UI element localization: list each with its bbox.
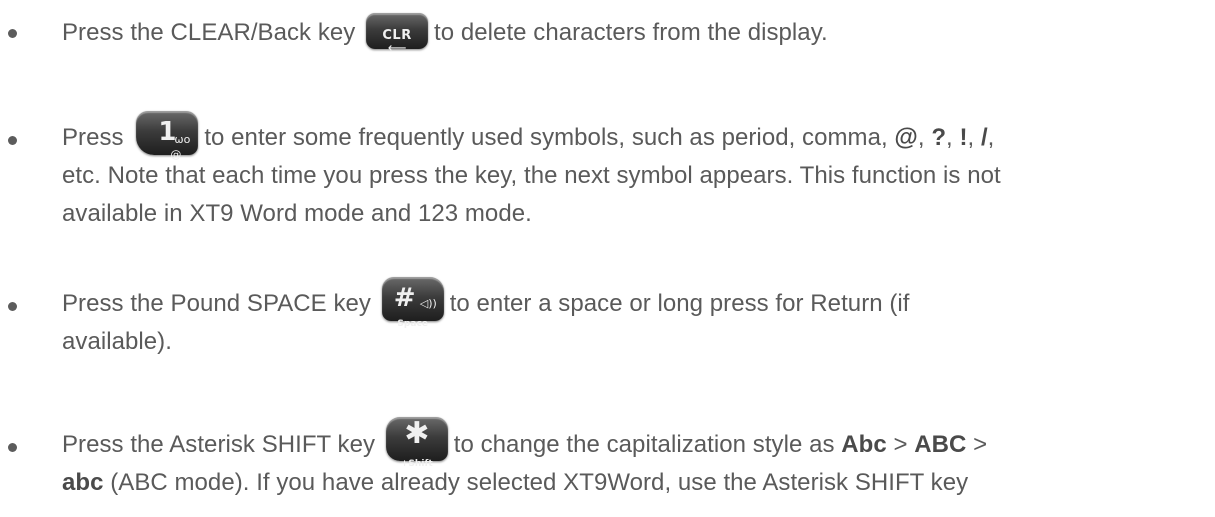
bullet xyxy=(8,29,17,38)
bullet xyxy=(8,136,17,145)
list-item-text: Press the Asterisk SHIFT key ✱ +Shift to… xyxy=(62,415,988,496)
asterisk-shift-key-icon: ✱ +Shift xyxy=(385,416,448,469)
list-item-text: Press 1 ωo @ to enter some frequently us… xyxy=(62,110,1197,233)
bullet xyxy=(8,443,17,452)
list-item-text: Press the CLEAR/Back key CLR ⟵ to delete… xyxy=(62,12,1197,56)
bullet xyxy=(8,302,17,311)
list-item-text: Press the Pound SPACE key # ◁)) Space to… xyxy=(62,276,1197,361)
clr-key-icon: CLR ⟵ xyxy=(366,12,429,56)
pound-space-key-icon: # ◁)) Space xyxy=(381,276,444,329)
one-key-icon: 1 ωo @ xyxy=(136,110,199,161)
